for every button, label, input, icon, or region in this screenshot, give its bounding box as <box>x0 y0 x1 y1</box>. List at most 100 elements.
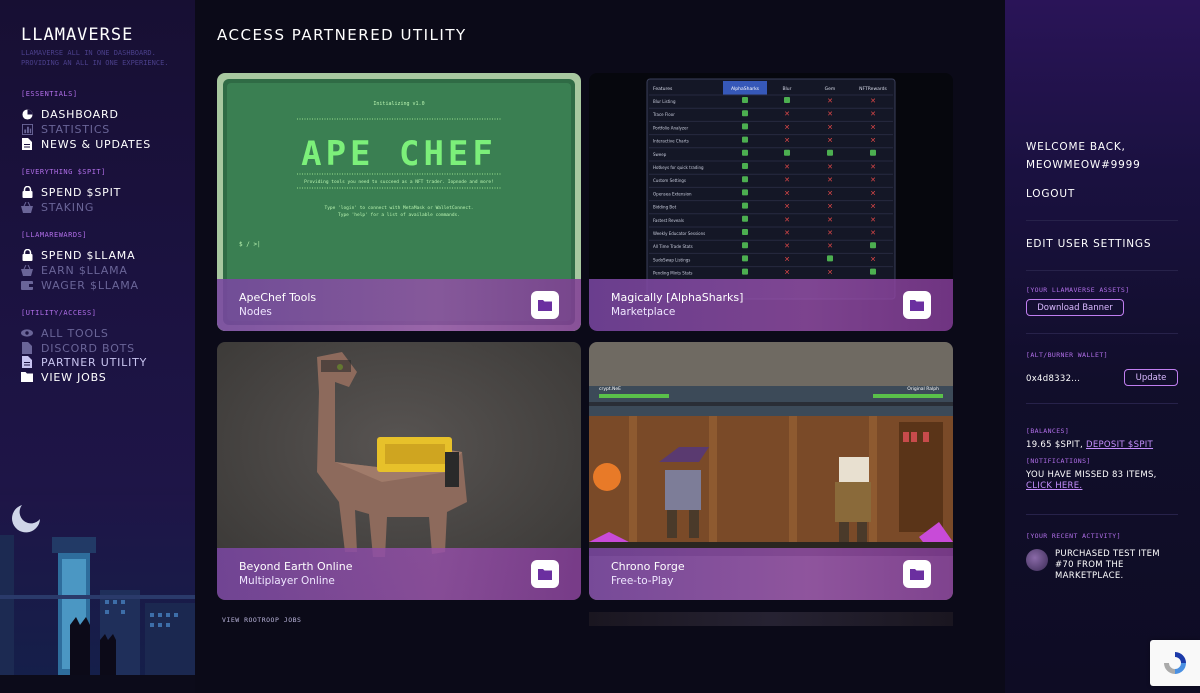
check-icon <box>742 215 748 222</box>
player-name-left: crypt.NeE <box>599 386 621 392</box>
folder-icon[interactable] <box>903 560 931 588</box>
edit-settings-link[interactable]: EDIT USER SETTINGS <box>1026 238 1151 250</box>
terminal-prompt: $ / >| <box>239 241 261 248</box>
cross-icon: ✕ <box>784 123 790 131</box>
balance-row: 19.65 $SPIT, DEPOSIT $SPIT <box>1026 440 1153 450</box>
folder-icon[interactable] <box>531 291 559 319</box>
divider <box>1026 333 1178 334</box>
balance-value: 19.65 $SPIT, <box>1026 440 1083 450</box>
nav-label: DISCORD BOTS <box>41 341 135 355</box>
card-apechef[interactable]: Initializing v1.0 APE CHEF Providing too… <box>217 73 581 331</box>
cross-icon: ✕ <box>827 97 833 105</box>
cross-icon: ✕ <box>870 163 876 171</box>
card-chrono-forge[interactable]: crypt.NeE Original Ralph Chrono Forge Fr… <box>589 342 953 600</box>
nav-label: STAKING <box>41 200 95 214</box>
nav-spend-llama[interactable]: SPEND $LLAMA <box>21 248 135 262</box>
cross-icon: ✕ <box>870 137 876 145</box>
table-header-nftrewards: NFTRewards <box>859 86 887 92</box>
check-icon <box>784 149 790 156</box>
card-title: Magically [AlphaSharks] <box>611 291 744 304</box>
card-subtitle: Multiplayer Online <box>239 575 335 587</box>
nav-spend-spit[interactable]: SPEND $SPIT <box>21 185 121 199</box>
cross-icon: ✕ <box>870 203 876 211</box>
nav-news[interactable]: NEWS & UPDATES <box>21 137 151 151</box>
check-icon <box>742 229 748 235</box>
document-icon <box>21 356 33 368</box>
nav-all-tools[interactable]: ALL TOOLS <box>21 326 109 340</box>
basket-icon <box>21 264 33 276</box>
dashboard-icon <box>21 108 33 120</box>
player-name-right: Original Ralph <box>907 386 939 392</box>
brand-tagline: LLAMAVERSE ALL IN ONE DASHBOARD. PROVIDI… <box>21 49 169 67</box>
table-header-alphasharks: AlphaSharks <box>731 86 760 92</box>
check-icon <box>742 176 748 183</box>
folder-icon[interactable] <box>903 291 931 319</box>
logout-link[interactable]: LOGOUT <box>1026 188 1075 200</box>
download-banner-button[interactable]: Download Banner <box>1026 299 1124 316</box>
click-here-link[interactable]: CLICK HERE. <box>1026 481 1082 491</box>
deposit-link[interactable]: DEPOSIT $SPIT <box>1086 440 1153 450</box>
nav-view-jobs[interactable]: VIEW JOBS <box>21 370 107 384</box>
recaptcha-icon <box>1164 652 1186 674</box>
cross-icon: ✕ <box>870 255 876 263</box>
balances-title: [BALANCES] <box>1026 427 1070 435</box>
cross-icon: ✕ <box>870 229 876 237</box>
card-magically[interactable]: Features AlphaSharks Blur Gem NFTRewards… <box>589 73 953 331</box>
folder-icon[interactable] <box>531 560 559 588</box>
nav-earn-llama[interactable]: EARN $LLAMA <box>21 263 128 277</box>
table-row-label: Blur Listing <box>653 99 676 104</box>
cross-icon: ✕ <box>870 216 876 224</box>
table-row-label: SudoSwap Listings <box>653 257 690 262</box>
nav-label: VIEW JOBS <box>41 370 107 384</box>
card-subtitle: Marketplace <box>611 306 676 318</box>
nav-staking[interactable]: STAKING <box>21 200 94 214</box>
wallet-address: 0x4d8332... <box>1026 374 1081 384</box>
nav-label: STATISTICS <box>41 122 111 136</box>
update-wallet-button[interactable]: Update <box>1124 369 1178 386</box>
card-beyond-earth[interactable]: Beyond Earth Online Multiplayer Online <box>217 342 581 600</box>
check-icon <box>870 149 876 156</box>
nav-dashboard[interactable]: DASHBOARD <box>21 107 119 121</box>
nav-statistics[interactable]: STATISTICS <box>21 122 110 136</box>
avatar <box>1026 549 1048 571</box>
bot-icon <box>21 342 33 354</box>
card-footer: Magically [AlphaSharks] Marketplace <box>589 279 953 331</box>
card-title: Chrono Forge <box>611 560 685 573</box>
check-icon <box>742 202 748 209</box>
check-icon <box>870 268 876 275</box>
nav-label: SPEND $SPIT <box>41 185 122 199</box>
cross-icon: ✕ <box>784 110 790 118</box>
cross-icon: ✕ <box>827 110 833 118</box>
eye-icon <box>21 327 33 339</box>
card-footer: Beyond Earth Online Multiplayer Online <box>217 548 581 600</box>
nav-label: SPEND $LLAMA <box>41 248 136 262</box>
cross-icon: ✕ <box>784 242 790 250</box>
activity-title: [YOUR RECENT ACTIVITY] <box>1026 532 1121 540</box>
cross-icon: ✕ <box>870 123 876 131</box>
right-sidebar: WELCOME BACK, MEOWMEOW#9999 LOGOUT EDIT … <box>1005 0 1200 693</box>
apechef-logo-text: APE CHEF <box>301 134 497 174</box>
check-icon <box>784 97 790 103</box>
card-footer: ApeChef Tools Nodes <box>217 279 581 331</box>
card-footer: Chrono Forge Free-to-Play <box>589 548 953 600</box>
table-row-label: Interactive Charts <box>653 139 689 144</box>
cross-icon: ✕ <box>784 229 790 237</box>
lock-icon <box>21 186 33 198</box>
table-header-blur: Blur <box>782 86 791 92</box>
cross-icon: ✕ <box>827 229 833 237</box>
nav-label: WAGER $LLAMA <box>41 278 139 292</box>
brand-logo[interactable]: LLAMAVERSE <box>21 25 133 45</box>
check-icon <box>742 110 748 117</box>
recaptcha-badge[interactable] <box>1150 640 1200 686</box>
terminal-tagline: Providing tools you need to succeed as a… <box>304 179 494 185</box>
view-jobs-link[interactable]: VIEW ROOTROOP JOBS <box>222 616 301 624</box>
nav-discord-bots[interactable]: DISCORD BOTS <box>21 341 135 355</box>
nav-wager-llama[interactable]: WAGER $LLAMA <box>21 278 139 292</box>
card-title: ApeChef Tools <box>239 291 317 304</box>
left-sidebar: LLAMAVERSE LLAMAVERSE ALL IN ONE DASHBOA… <box>0 0 195 693</box>
table-row-label: Bidding Bot <box>653 205 677 210</box>
cross-icon: ✕ <box>827 242 833 250</box>
nav-label: PARTNER UTILITY <box>41 355 148 369</box>
nav-partner-utility[interactable]: PARTNER UTILITY <box>21 355 147 369</box>
nav-label: EARN $LLAMA <box>41 263 128 277</box>
